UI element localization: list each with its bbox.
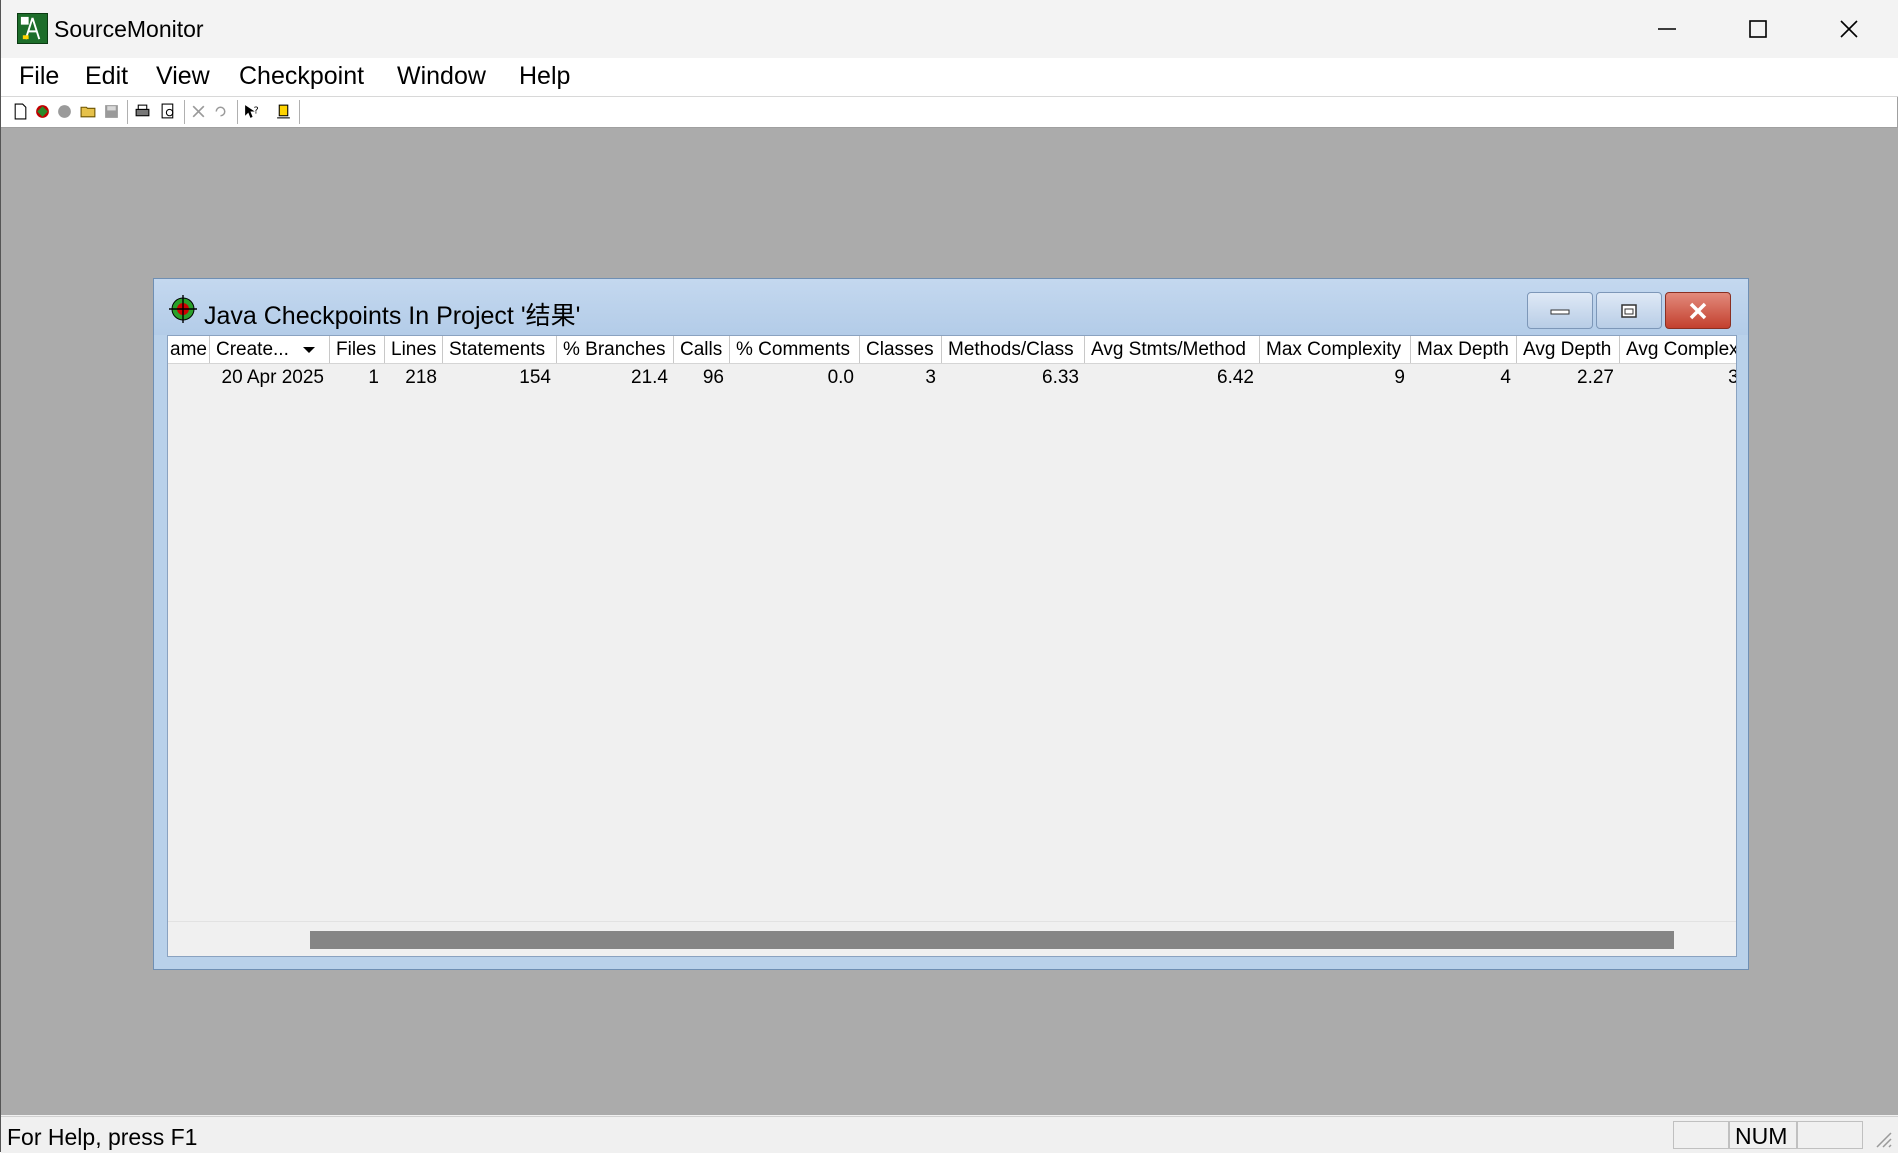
child-minimize-button[interactable]: [1527, 292, 1593, 329]
target-icon[interactable]: [168, 294, 198, 324]
status-bar: For Help, press F1 NUM: [1, 1116, 1898, 1153]
minimize-icon: [1550, 309, 1570, 314]
minimize-icon: [1658, 28, 1676, 30]
column-header-calls[interactable]: Calls: [674, 336, 730, 363]
cell-avg-depth: 2.27: [1577, 367, 1614, 388]
horizontal-scrollbar[interactable]: [168, 921, 1736, 956]
menu-bar: File Edit View Checkpoint Window Help: [1, 58, 1898, 97]
cell-comments: 0.0: [827, 367, 854, 388]
copy-checkpoint-icon[interactable]: [54, 101, 75, 122]
child-window-title: Java Checkpoints In Project '结果': [204, 302, 581, 330]
status-pane-caps: [1673, 1121, 1729, 1149]
menu-edit[interactable]: Edit: [81, 62, 132, 91]
toolbar: ?: [1, 97, 1898, 128]
child-restore-button[interactable]: [1596, 292, 1662, 329]
sourcemonitor-window: SourceMonitor File Edit View Checkpoint …: [0, 0, 1898, 1153]
scrollbar-thumb[interactable]: [310, 931, 1674, 949]
minimize-button[interactable]: [1621, 0, 1713, 58]
open-folder-icon[interactable]: [78, 101, 99, 122]
column-header-files[interactable]: Files: [330, 336, 385, 363]
column-header-comments[interactable]: % Comments: [730, 336, 860, 363]
resize-grip-icon[interactable]: [1871, 1127, 1893, 1149]
cell-avg-complexity: 3.: [1620, 364, 1736, 392]
context-help-icon[interactable]: ?: [241, 101, 262, 122]
num-lock-indicator: NUM: [1729, 1121, 1797, 1149]
child-title-bar: Java Checkpoints In Project '结果': [154, 279, 1748, 335]
child-close-button[interactable]: [1665, 292, 1731, 329]
menu-window[interactable]: Window: [393, 62, 490, 91]
checkpoints-window: Java Checkpoints In Project '结果' ame Cre…: [153, 278, 1749, 970]
menu-checkpoint[interactable]: Checkpoint: [235, 62, 368, 91]
cell-lines: 218: [405, 367, 437, 388]
cell-max-complexity: 9: [1394, 367, 1405, 388]
table-row[interactable]: 20 Apr 2025 1 218 154 21.4 96 0.0 3 6.33…: [168, 364, 1736, 392]
bookmark-icon[interactable]: [273, 101, 294, 122]
cell-branches: 21.4: [631, 367, 668, 388]
column-header-lines[interactable]: Lines: [385, 336, 443, 363]
column-header-created[interactable]: Create...: [210, 336, 330, 363]
maximize-icon: [1749, 20, 1767, 38]
column-header-max-depth[interactable]: Max Depth: [1411, 336, 1517, 363]
new-document-icon[interactable]: [10, 101, 31, 122]
cell-classes: 3: [925, 367, 936, 388]
status-help-text: For Help, press F1: [7, 1124, 198, 1150]
cell-created: 20 Apr 2025: [221, 367, 324, 388]
sourcemonitor-app-icon[interactable]: [17, 13, 48, 44]
column-header-avg-stmts-per-method[interactable]: Avg Stmts/Method: [1085, 336, 1260, 363]
cell-avg-stmts-per-method: 6.42: [1217, 367, 1254, 388]
svg-text:?: ?: [254, 106, 259, 117]
undo-icon[interactable]: [210, 101, 231, 122]
delete-icon[interactable]: [188, 101, 209, 122]
menu-file[interactable]: File: [15, 62, 63, 91]
save-icon[interactable]: [101, 101, 122, 122]
column-header-name[interactable]: ame: [168, 336, 210, 363]
checkpoint-list: ame Create... Files Lines Statements % B…: [167, 335, 1737, 957]
cell-statements: 154: [519, 367, 551, 388]
status-pane-scroll: [1797, 1121, 1863, 1149]
cell-calls: 96: [702, 367, 724, 388]
sort-descending-icon: [303, 346, 316, 353]
column-header-avg-depth[interactable]: Avg Depth: [1517, 336, 1620, 363]
menu-help[interactable]: Help: [515, 62, 574, 91]
column-header-classes[interactable]: Classes: [860, 336, 942, 363]
maximize-button[interactable]: [1712, 0, 1804, 58]
column-header-avg-complexity[interactable]: Avg Complex: [1620, 336, 1736, 363]
cell-name: [168, 364, 210, 392]
cell-files: 1: [368, 367, 379, 388]
column-header-row: ame Create... Files Lines Statements % B…: [168, 336, 1736, 364]
close-icon: [1689, 302, 1707, 319]
title-bar: SourceMonitor: [1, 0, 1898, 58]
column-header-branches[interactable]: % Branches: [557, 336, 674, 363]
print-preview-icon[interactable]: [158, 101, 179, 122]
restore-icon: [1621, 303, 1637, 318]
app-title: SourceMonitor: [54, 16, 204, 42]
column-header-max-complexity[interactable]: Max Complexity: [1260, 336, 1411, 363]
cell-max-depth: 4: [1500, 367, 1511, 388]
print-icon[interactable]: [132, 101, 153, 122]
column-header-methods-per-class[interactable]: Methods/Class: [942, 336, 1085, 363]
menu-view[interactable]: View: [152, 62, 214, 91]
close-icon: [1840, 20, 1858, 38]
column-header-statements[interactable]: Statements: [443, 336, 557, 363]
close-button[interactable]: [1803, 0, 1895, 58]
new-project-icon[interactable]: [32, 101, 53, 122]
cell-methods-per-class: 6.33: [1042, 367, 1079, 388]
column-header-created-label: Create...: [216, 339, 289, 360]
